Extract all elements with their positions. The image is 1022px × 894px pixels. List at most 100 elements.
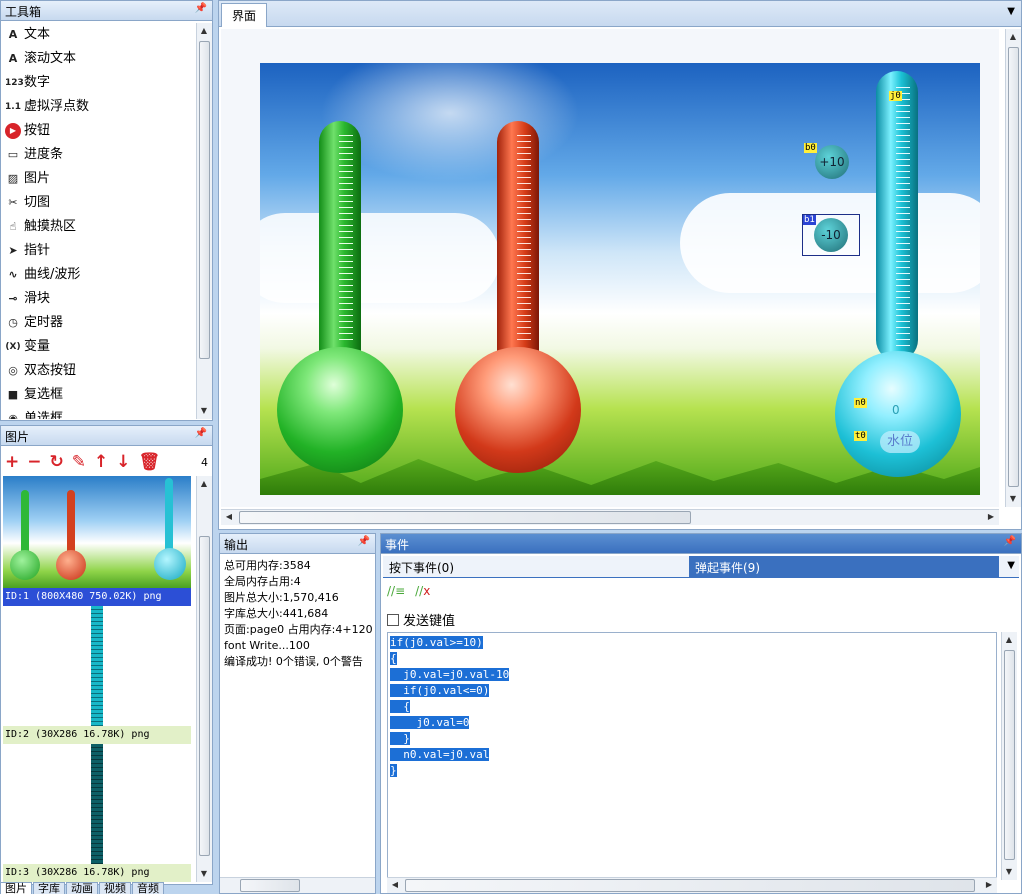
tool-item[interactable]: ▶ 按钮 [1,119,193,143]
code-line: if(j0.val>=10) [390,635,994,651]
picture-label-3[interactable]: ID:3 (30X286 16.78K) png [3,864,191,882]
refresh-icon[interactable]: ↻ [50,452,64,472]
page-canvas[interactable]: j0 b0 +10 b1 -10 n0 0 t0 水位 [260,63,980,495]
tool-label: 指针 [24,243,51,258]
scroll-thumb[interactable] [239,511,691,524]
scroll-thumb[interactable] [199,41,210,359]
scroll-up-icon[interactable]: ▲ [197,24,211,38]
tool-item[interactable]: ✂ 切图 [1,191,193,215]
scroll-down-icon[interactable]: ▼ [1006,492,1020,506]
scroll-up-icon[interactable]: ▲ [1006,30,1020,44]
tool-item[interactable]: ▨ 图片 [1,167,193,191]
tool-label: 切图 [24,195,51,210]
scroll-thumb[interactable] [1004,650,1015,860]
scissors-icon: ✂ [8,196,18,209]
chevron-down-icon[interactable]: ▼ [1007,560,1015,571]
scroll-left-icon[interactable]: ◀ [388,878,402,892]
wave-icon: ∿ [8,268,18,281]
scroll-thumb[interactable] [405,879,975,892]
tool-item[interactable]: ◷ 定时器 [1,311,193,335]
code-hscrollbar[interactable]: ◀ ▶ [387,877,997,893]
comment-icon[interactable]: //≡ [387,584,405,602]
text-t0[interactable]: 水位 [880,431,920,453]
pin-icon[interactable]: 📌 [195,428,207,439]
plus-ten-button[interactable]: +10 [815,145,849,179]
picture-count: 4 [201,455,208,469]
tool-item[interactable]: ⊸ 滑块 [1,287,193,311]
edit-icon[interactable]: ✎ [72,452,86,472]
cyan-thermometer[interactable] [876,71,918,361]
send-key-checkbox[interactable] [387,613,399,626]
scroll-down-icon[interactable]: ▼ [197,404,211,418]
tool-item[interactable]: A 文本 [1,23,193,47]
send-key-row: 发送键值 [387,610,455,629]
tool-label: 滑块 [24,291,51,306]
tool-item[interactable]: (X) 变量 [1,335,193,359]
delete-icon[interactable]: 🗑 [139,452,161,472]
picture-thumb-1[interactable] [3,476,191,588]
red-thermometer[interactable] [497,121,539,371]
output-line: 图片总大小:1,570,416 [224,591,339,604]
tool-item[interactable]: ➤ 指针 [1,239,193,263]
scroll-thumb[interactable] [240,879,300,892]
code-line-text: } [390,732,410,745]
scroll-left-icon[interactable]: ◀ [222,510,236,524]
add-icon[interactable]: + [5,452,19,472]
tool-item[interactable]: ▭ 进度条 [1,143,193,167]
scroll-down-icon[interactable]: ▼ [1002,865,1016,879]
chevron-down-icon[interactable]: ▼ [1007,6,1015,17]
scroll-up-icon[interactable]: ▲ [197,477,211,491]
toolbox-scrollbar[interactable]: ▲ ▼ [196,23,212,419]
bottom-tab[interactable]: 字库 [33,882,65,894]
green-bulb[interactable] [277,347,403,473]
scroll-right-icon[interactable]: ▶ [982,878,996,892]
tab-release-event[interactable]: 弹起事件(9) [689,556,999,577]
picture-thumb-2[interactable] [3,606,191,726]
picture-label-2[interactable]: ID:2 (30X286 16.78K) png [3,726,191,744]
bottom-tab[interactable]: 视频 [99,882,131,894]
scroll-right-icon[interactable]: ▶ [984,510,998,524]
tool-item[interactable]: ■ 复选框 [1,383,193,407]
bottom-tab[interactable]: 图片 [0,882,32,894]
pin-icon[interactable]: 📌 [195,3,207,14]
pictures-scrollbar[interactable]: ▲ ▼ [196,476,212,882]
tool-item[interactable]: ☝ 触摸热区 [1,215,193,239]
picture-label-1[interactable]: ID:1 (800X480 750.02K) png [3,588,191,606]
number-n0[interactable]: 0 [892,403,900,417]
tab-press-event[interactable]: 按下事件(0) [389,559,454,576]
code-vscrollbar[interactable]: ▲ ▼ [1001,632,1017,880]
tab-interface[interactable]: 界面 [221,3,268,27]
remove-icon[interactable]: − [27,452,41,472]
canvas-hscrollbar[interactable]: ◀ ▶ [221,509,999,525]
tool-item[interactable]: ◎ 双态按钮 [1,359,193,383]
pictures-toolbar: + − ↻ ✎ ↑ ↓ 🗑 4 [5,450,208,474]
output-hscrollbar[interactable] [220,877,375,893]
scroll-thumb[interactable] [199,536,210,856]
tool-item[interactable]: ∿ 曲线/波形 [1,263,193,287]
bottom-tab[interactable]: 动画 [66,882,98,894]
canvas-vscrollbar[interactable]: ▲ ▼ [1005,29,1021,507]
button-icon: ▶ [5,123,21,139]
scroll-up-icon[interactable]: ▲ [1002,633,1016,647]
uncomment-icon[interactable]: //x [415,584,430,602]
scroll-down-icon[interactable]: ▼ [197,867,211,881]
red-bulb[interactable] [455,347,581,473]
minus-ten-button[interactable]: -10 [814,218,848,252]
move-up-icon[interactable]: ↑ [94,452,108,472]
code-editor[interactable]: if(j0.val>=10) { j0.val=j0.val-10 if(j0.v… [387,632,997,880]
tool-item[interactable]: ◉ 单选框 [1,407,193,419]
code-line-text: { [390,652,397,665]
scroll-thumb[interactable] [1008,47,1019,487]
send-key-label: 发送键值 [403,614,456,629]
tool-item[interactable]: 1.1 虚拟浮点数 [1,95,193,119]
pin-icon[interactable]: 📌 [358,536,370,547]
tool-item[interactable]: A 滚动文本 [1,47,193,71]
tool-item[interactable]: 123 数字 [1,71,193,95]
green-thermometer[interactable] [319,121,361,371]
move-down-icon[interactable]: ↓ [116,452,130,472]
bottom-tab[interactable]: 音频 [132,882,164,894]
tool-label: 定时器 [24,315,64,330]
pin-icon[interactable]: 📌 [1004,536,1016,547]
variable-icon: (X) [5,342,21,352]
picture-thumb-3[interactable] [3,744,191,864]
